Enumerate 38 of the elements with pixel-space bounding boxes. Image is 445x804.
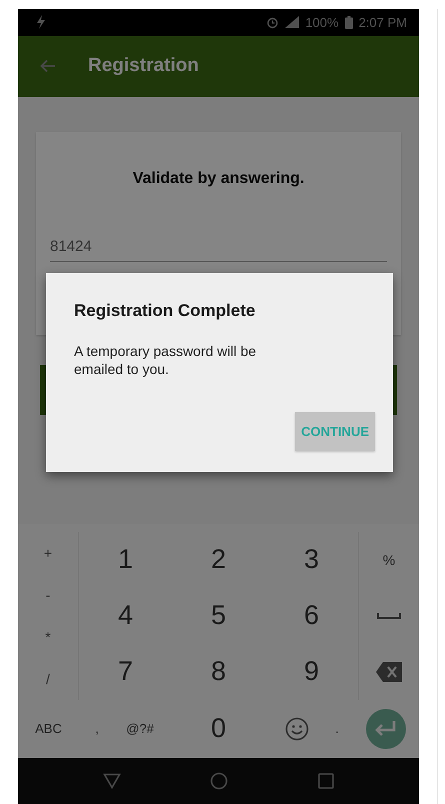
- digit-key[interactable]: 8: [210, 656, 226, 688]
- symbol-key[interactable]: *: [45, 628, 51, 645]
- digit-key[interactable]: 7: [118, 656, 134, 688]
- digit-key[interactable]: 0: [210, 713, 226, 744]
- symbol-key[interactable]: +: [44, 544, 52, 561]
- digit-key[interactable]: 5: [210, 600, 226, 632]
- symbol-key[interactable]: .: [335, 721, 339, 736]
- battery-icon: [344, 16, 353, 29]
- screen-title: Registration: [88, 55, 199, 78]
- lightning-icon: [36, 15, 46, 30]
- status-time: 2:07 PM: [358, 14, 407, 30]
- symbol-key[interactable]: /: [46, 670, 50, 687]
- signal-icon: [285, 16, 300, 28]
- symbol-key[interactable]: ABC: [35, 721, 62, 736]
- space-key[interactable]: [377, 612, 401, 619]
- emoji-key[interactable]: [285, 716, 309, 741]
- symbol-key[interactable]: ,: [95, 721, 99, 736]
- digit-key[interactable]: 3: [304, 544, 320, 576]
- dialog-title: Registration Complete: [74, 301, 256, 321]
- enter-key[interactable]: [366, 708, 406, 749]
- digit-key[interactable]: 4: [118, 600, 134, 632]
- digit-key[interactable]: 1: [118, 544, 134, 576]
- recents-icon[interactable]: [318, 772, 334, 789]
- symbol-key[interactable]: @?#: [126, 721, 154, 736]
- digit-key[interactable]: 9: [304, 656, 320, 688]
- battery-percent: 100%: [305, 14, 339, 30]
- answer-field[interactable]: 81424: [50, 238, 387, 262]
- digit-key[interactable]: 6: [304, 600, 320, 632]
- symbol-key[interactable]: -: [46, 586, 50, 603]
- symbol-key[interactable]: %: [382, 552, 396, 568]
- back-arrow-icon[interactable]: [40, 59, 56, 74]
- back-icon[interactable]: [102, 772, 121, 789]
- digit-key[interactable]: 2: [210, 544, 226, 576]
- backspace-key[interactable]: [376, 662, 402, 682]
- home-icon[interactable]: [210, 772, 228, 790]
- dialog-message: A temporary password will be emailed to you.: [74, 343, 258, 378]
- alarm-icon: [266, 16, 280, 29]
- prompt-text: Validate by answering.: [132, 170, 306, 188]
